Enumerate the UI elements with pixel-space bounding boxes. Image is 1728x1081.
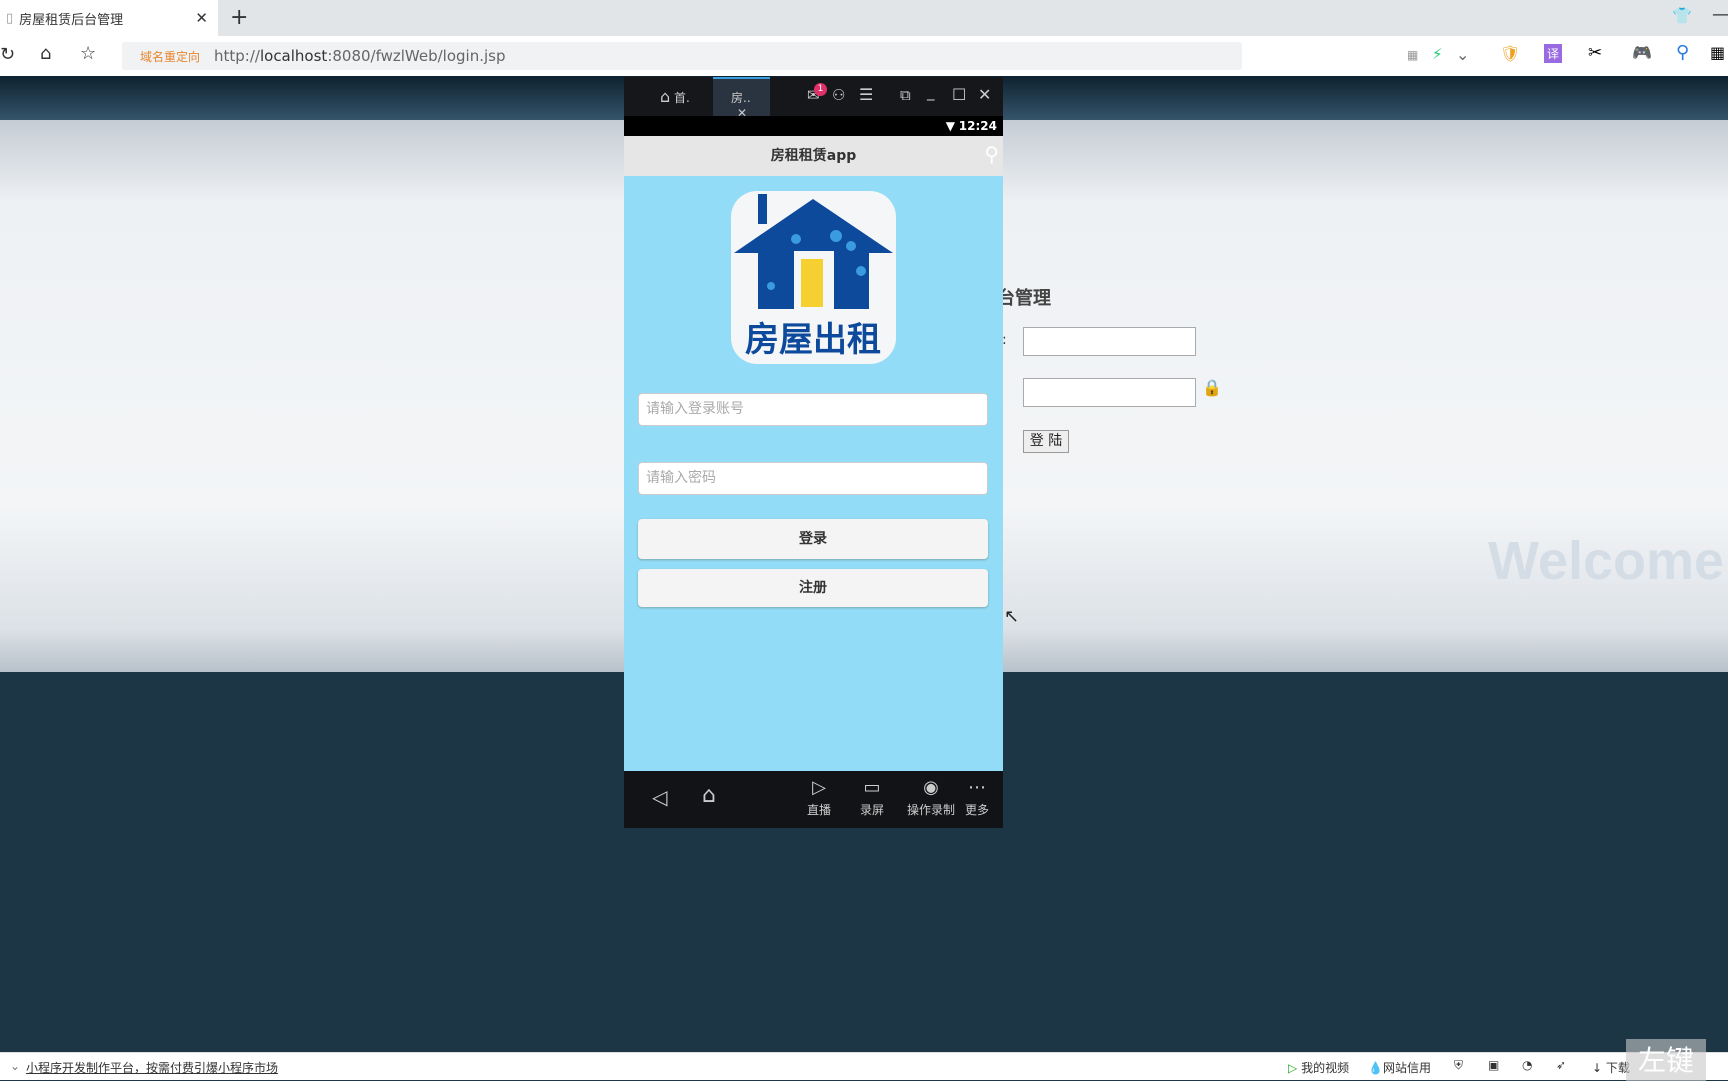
android-emulator: ⌂ 首. 房.. ✕ ✉ 1 ⚇ ☰ ⧉ _ ☐ ✕ ▼ 12:24 房租租赁a… [624,77,1003,828]
nav-label: 直播 [806,803,831,817]
admin-login-button[interactable]: 登 陆 [1023,430,1069,453]
tab-label: 首. [673,91,690,105]
welcome-text: Welcome [1488,531,1725,591]
site-credit-item[interactable]: 💧网站信用 [1368,1059,1431,1076]
mail-badge: 1 [814,83,827,96]
close-icon[interactable]: ✕ [978,85,991,104]
lightning-icon[interactable]: ⚡ [1432,45,1443,63]
chevron-down-icon[interactable]: ⌄ [10,1059,20,1073]
home-icon[interactable]: ⌂ [40,43,51,64]
app-title-bar: 房租租赁app ⚲ [624,136,1003,176]
scissors-icon[interactable]: ✂ [1588,43,1602,63]
wallet-icon[interactable]: 🛡 [1500,44,1520,63]
android-status-bar: ▼ 12:24 [624,116,1003,136]
translate-icon[interactable]: 译 [1544,44,1563,63]
status-label: 我的视频 [1301,1061,1350,1075]
tv-icon: ▷ [812,777,826,798]
tab-bar: ▯ 房屋租赁后台管理 ✕ + 👕 — [0,0,1728,36]
ad-link[interactable]: 小程序开发制作平台，按需付费引爆小程序市场 [26,1059,278,1076]
redirect-label: 域名重定向 [140,49,201,64]
chevron-down-icon[interactable]: ⌄ [1456,45,1469,64]
key-icon[interactable]: ⚲ [984,134,999,174]
image-icon[interactable]: ▣ [1488,1058,1499,1072]
status-label: 网站信用 [1382,1061,1431,1075]
game-icon[interactable]: 🎮 [1632,43,1652,62]
register-button[interactable]: 注册 [638,569,988,607]
live-button[interactable]: ▷ 直播 [794,777,844,818]
watermark: 左键 [1626,1039,1706,1081]
wifi-icon: ▼ [945,119,955,133]
login-button[interactable]: 登录 [638,519,988,559]
app-title: 房租租赁app [770,148,857,164]
drop-icon: 💧 [1368,1061,1383,1075]
url-field[interactable]: 域名重定向 http://localhost:8080/fwzlWeb/logi… [122,42,1242,70]
admin-username-input[interactable] [1023,327,1196,356]
browser-status-bar: ⌄ 小程序开发制作平台，按需付费引爆小程序市场 ▷ 我的视频 💧网站信用 ⛨ ▣… [0,1039,1728,1081]
back-icon[interactable]: ◁ [652,785,667,809]
url-path: :8080/fwzlWeb/login.jsp [327,47,506,65]
svg-text:房屋出租: 房屋出租 [745,320,881,360]
speed-icon[interactable]: ◔ [1522,1058,1532,1072]
skin-icon[interactable]: 👕 [1672,6,1692,25]
admin-title: 台管理 [997,288,1051,309]
home-icon[interactable]: ⌂ [702,783,716,808]
clock: 12:24 [958,119,997,133]
home-icon: ⌂ [660,87,671,106]
emulator-bottom-bar: ◁ ⌂ ▷ 直播 ▭ 录屏 ◉ 操作录制 ⋯ 更多 [624,771,1003,828]
emulator-toolbar: ⌂ 首. 房.. ✕ ✉ 1 ⚇ ☰ ⧉ _ ☐ ✕ [624,77,1003,120]
url-prefix: http:// [214,47,260,65]
emulator-tab-home[interactable]: ⌂ 首. [660,87,690,106]
page-icon: ▯ [6,10,14,26]
house-logo-icon: 房屋出租 [734,194,893,360]
more-icon: ⋯ [968,777,986,798]
more-button[interactable]: ⋯ 更多 [952,777,1002,818]
search-icon[interactable]: ⚲ [1676,42,1689,63]
star-icon[interactable]: ☆ [80,43,96,64]
password-input[interactable]: 请输入密码 [638,462,988,495]
rocket-icon[interactable]: ➶ [1556,1058,1566,1072]
qr-icon[interactable]: ▦ [1407,48,1418,62]
download-item[interactable]: ↓ 下载 [1592,1059,1630,1076]
user-icon[interactable]: ⚇ [832,86,845,104]
nav-label: 录屏 [859,803,884,817]
new-tab-icon[interactable]: + [230,5,248,30]
maximize-icon[interactable]: ☐ [952,85,966,104]
account-input[interactable]: 请输入登录账号 [638,393,988,426]
tab-label: 房.. [731,91,751,105]
minimize-icon[interactable]: — [1712,4,1728,25]
mouse-cursor-icon: ↖ [1004,606,1020,627]
video-icon: ▷ [1288,1061,1298,1075]
minimize-icon[interactable]: _ [927,83,935,101]
fullscreen-icon[interactable]: ⧉ [900,86,911,104]
my-video-item[interactable]: ▷ 我的视频 [1288,1059,1349,1076]
shield-icon[interactable]: ⛨ [1454,1058,1463,1073]
tab-title: 房屋租赁后台管理 [19,12,124,28]
nav-label: 操作录制 [906,803,955,817]
url-host: localhost [259,47,328,65]
apps-icon[interactable]: ▦ [1710,43,1725,62]
app-logo: 房屋出租 [731,191,896,364]
lock-icon: 🔒 [1202,378,1222,397]
nav-label: 更多 [964,803,989,817]
admin-password-input[interactable] [1023,378,1196,407]
emulator-tab-app[interactable]: 房.. ✕ [713,77,770,120]
video-camera-icon: ▭ [863,777,881,798]
browser-tab[interactable]: ▯ 房屋租赁后台管理 ✕ [0,0,218,36]
screen-record-button[interactable]: ▭ 录屏 [847,777,897,818]
close-tab-icon[interactable]: ✕ [195,9,208,27]
menu-icon[interactable]: ☰ [859,85,873,104]
reload-icon[interactable]: ↻ [0,44,15,65]
